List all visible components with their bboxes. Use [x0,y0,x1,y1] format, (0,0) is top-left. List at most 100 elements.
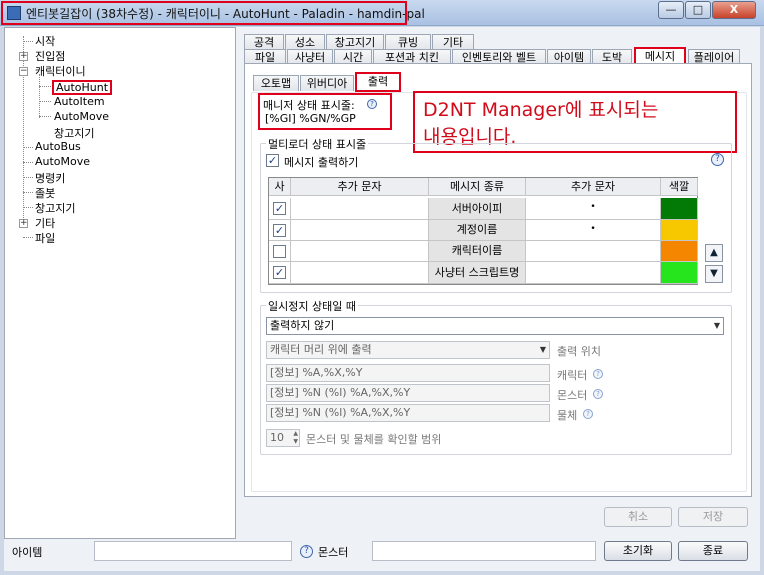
grid-cell-prefix[interactable] [291,198,429,220]
tree-item-automove[interactable]: AutoMove [54,110,109,123]
range-stepper[interactable]: 10 ▲ ▼ [266,429,300,447]
grid-cell-type: 캐릭터이름 [429,241,526,262]
grid-row-check[interactable]: ✓ [269,220,291,241]
tree-item-autoitem[interactable]: AutoItem [54,95,105,108]
output-position-dropdown[interactable]: 캐릭터 머리 위에 출력 ▼ [266,341,550,359]
row-checkbox[interactable]: ✓ [273,202,286,215]
tree-connector [23,41,33,42]
pause-mode-value: 출력하지 않기 [270,319,335,332]
grid-cell-suffix[interactable] [526,241,661,262]
tree-connector [23,237,33,238]
expand-icon[interactable]: + [19,219,28,228]
tab-etc[interactable]: 기타 [432,34,474,50]
tree-connector [23,192,33,193]
tree-connector [39,116,51,117]
tab-attack[interactable]: 공격 [244,34,284,50]
tree-item-hotkey[interactable]: 명령키 [35,170,65,186]
tree-connector [23,147,33,148]
grid-cell-color-swatch[interactable] [661,220,698,241]
status-item-label: 아이템 [12,546,43,559]
character-label: 캐릭터 [557,369,588,382]
range-label: 몬스터 및 물체를 확인할 범위 [306,433,442,446]
help-icon[interactable]: ? [711,153,724,166]
save-button[interactable]: 저장 [678,507,748,527]
grid-cell-suffix[interactable]: • [526,198,661,220]
tree-item-autobus[interactable]: AutoBus [35,140,81,153]
subtab-output[interactable]: 출력 [355,72,401,92]
help-icon[interactable]: ? [583,409,593,419]
grid-row-check[interactable]: ✓ [269,198,291,220]
main-window: 엔티봇길잡이 (38차수정) - 캐릭터이니 - AutoHunt - Pala… [0,0,764,575]
maximize-button[interactable]: □ [685,1,711,19]
monster-format-field[interactable]: [정보] %N (%l) %A,%X,%Y [266,384,550,402]
title-highlight-box [1,1,407,25]
grid-row-check[interactable]: ✓ [269,262,291,284]
status-monster-field [372,541,596,561]
tree-guide-line [23,36,24,226]
tree-item-stash2[interactable]: 창고지기 [35,200,75,216]
manager-status-label: 매니저 상태 표시줄: [263,99,355,112]
row-checkbox[interactable]: ✓ [273,266,286,279]
grid-header-type: 메시지 종류 [429,178,526,196]
annotation-line-1: D2NT Manager에 표시되는 [423,99,659,121]
pause-mode-dropdown[interactable]: 출력하지 않기 ▼ [266,317,724,335]
stepper-arrows-icon[interactable]: ▲ ▼ [293,430,298,446]
tree-item-file[interactable]: 파일 [35,230,55,246]
expand-icon[interactable]: + [19,52,28,61]
row-checkbox[interactable] [273,245,286,258]
tree-item-automove2[interactable]: AutoMove [35,155,90,168]
grid-cell-prefix[interactable] [291,262,429,284]
move-down-button[interactable]: ▼ [705,265,723,283]
grid-cell-color-swatch[interactable] [661,262,698,284]
reset-button[interactable]: 초기화 [604,541,672,561]
subtab-automap[interactable]: 오토맵 [253,75,299,91]
chevron-down-icon: ▼ [539,345,546,354]
tree-item-entry[interactable]: 진입점 [35,48,65,64]
grid-cell-color-swatch[interactable] [661,198,698,220]
tab-sanctuary[interactable]: 성소 [285,34,325,50]
exit-button[interactable]: 종료 [678,541,748,561]
tree-item-stash[interactable]: 창고지기 [54,125,94,141]
tree-item-start[interactable]: 시작 [35,33,55,49]
grid-cell-prefix[interactable] [291,220,429,241]
grid-row-check[interactable] [269,241,291,262]
row-checkbox[interactable]: ✓ [273,224,286,237]
grid-cell-type: 사냥터 스크립트명 [429,262,526,284]
print-message-checkbox[interactable]: ✓ [266,154,279,167]
grid-cell-color-swatch[interactable] [661,241,698,262]
help-icon[interactable]: ? [593,389,603,399]
help-icon[interactable]: ? [300,545,313,558]
message-grid[interactable]: 사 추가 문자 메시지 종류 추가 문자 색깔 ✓ 서버아이피 • ✓ 계정이름… [268,177,698,285]
object-format-field[interactable]: [정보] %N (%l) %A,%X,%Y [266,404,550,422]
tab-stash[interactable]: 창고지기 [326,34,384,50]
print-message-label: 메시지 출력하기 [284,156,359,169]
monster-label: 몬스터 [557,389,588,402]
tree-item-autohunt[interactable]: AutoHunt [52,80,113,95]
manager-status-field[interactable]: [%GI] %GN/%GP [265,112,356,125]
navigation-tree[interactable]: 시작 + 진입점 − 캐릭터이니 AutoHunt AutoItem AutoM… [4,27,236,539]
character-format-field[interactable]: [정보] %A,%X,%Y [266,364,550,382]
tree-connector [23,177,33,178]
subtab-overhead[interactable]: 위버디아 [300,75,354,91]
tree-item-etc[interactable]: 기타 [35,215,55,231]
tree-connector [39,86,51,87]
output-position-value: 캐릭터 머리 위에 출력 [270,343,372,356]
object-label: 물체 [557,409,578,422]
grid-cell-suffix[interactable]: • [526,220,661,241]
grid-cell-suffix[interactable] [526,262,661,284]
minimize-button[interactable]: — [658,1,684,19]
cancel-button[interactable]: 취소 [604,507,672,527]
tree-item-character[interactable]: 캐릭터이니 [35,63,86,79]
help-icon[interactable]: ? [593,369,603,379]
tab-cubing[interactable]: 큐빙 [385,34,431,50]
help-icon[interactable]: ? [367,99,377,109]
grid-header-color: 색깔 [661,178,698,196]
tree-item-jolbot[interactable]: 졸봇 [35,185,55,201]
move-up-button[interactable]: ▲ [705,244,723,262]
grid-cell-prefix[interactable] [291,241,429,262]
collapse-icon[interactable]: − [19,67,28,76]
tree-connector [23,207,33,208]
grid-cell-type: 서버아이피 [429,198,526,220]
close-button[interactable]: X [712,1,756,19]
range-value: 10 [270,431,284,444]
